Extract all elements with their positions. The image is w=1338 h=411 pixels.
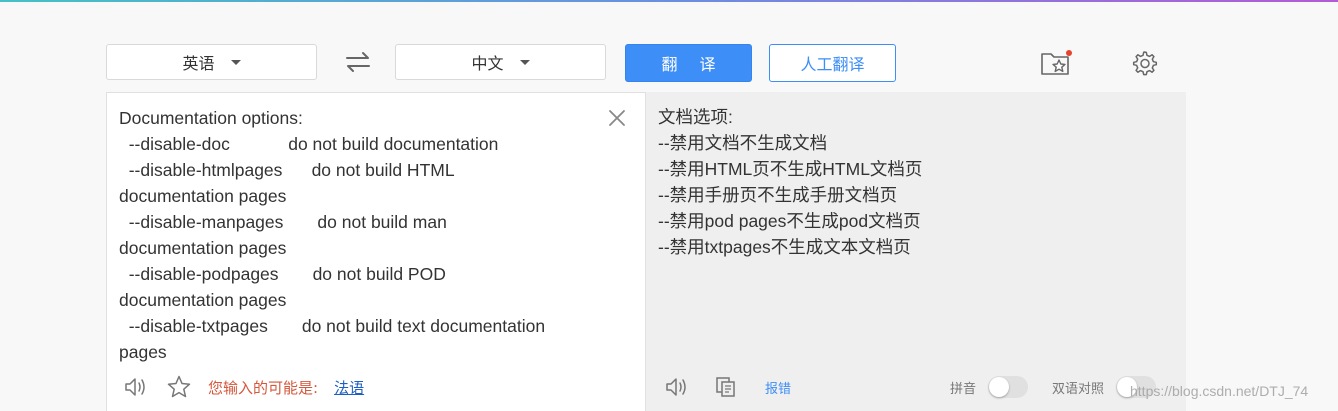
source-line: --disable-manpages do not build man — [119, 212, 447, 232]
watermark-text: https://blog.csdn.net/DTJ_74 — [1130, 383, 1309, 399]
copy-icon — [716, 377, 735, 397]
translation-bottom-bar: 报错 — [663, 374, 791, 400]
translation-line: --禁用HTML页不生成HTML文档页 — [658, 159, 923, 179]
gear-icon — [1132, 51, 1158, 76]
report-error-link[interactable]: 报错 — [765, 378, 791, 397]
speaker-button[interactable] — [122, 374, 148, 400]
human-translate-button[interactable]: 人工翻译 — [769, 44, 896, 82]
top-gradient-line — [0, 0, 1338, 2]
translation-speaker-button[interactable] — [663, 374, 689, 400]
source-bottom-bar: 您输入的可能是: 法语 — [122, 374, 364, 400]
source-line: documentation pages — [119, 186, 287, 206]
display-options: 拼音 双语对照 — [950, 376, 1157, 398]
star-icon — [167, 375, 191, 398]
translate-button[interactable]: 翻译 — [625, 44, 752, 82]
copy-button[interactable] — [713, 374, 739, 400]
source-language-label: 英语 — [182, 54, 215, 73]
chevron-down-icon — [230, 59, 241, 65]
favorites-folder-icon — [1041, 50, 1072, 75]
translation-line: --禁用pod pages不生成pod文档页 — [658, 211, 921, 231]
chevron-down-icon — [519, 59, 530, 65]
toggle-knob — [989, 377, 1010, 397]
settings-button[interactable] — [1127, 46, 1161, 80]
translation-line: --禁用txtpages不生成文本文档页 — [658, 237, 911, 257]
speaker-icon — [666, 378, 686, 396]
notification-dot — [1066, 50, 1072, 56]
source-line: --disable-htmlpages do not build HTML — [119, 160, 455, 180]
translation-line: 文档选项: — [658, 107, 733, 127]
translate-button-label: 翻译 — [661, 55, 738, 74]
translation-output-panel: 文档选项: --禁用文档不生成文档 --禁用HTML页不生成HTML文档页 --… — [646, 92, 1186, 411]
language-hint: 您输入的可能是: — [208, 378, 319, 397]
target-language-label: 中文 — [471, 54, 504, 73]
bilingual-label: 双语对照 — [1052, 381, 1105, 397]
source-line: documentation pages — [119, 290, 287, 310]
source-textarea[interactable]: Documentation options: --disable-doc do … — [119, 105, 619, 365]
source-line: --disable-txtpages do not build text doc… — [119, 316, 546, 336]
source-line: pages — [119, 342, 167, 362]
translation-line: --禁用文档不生成文档 — [658, 133, 828, 153]
target-language-select[interactable]: 中文 — [395, 44, 606, 80]
source-line: --disable-doc do not build documentation — [119, 134, 499, 154]
speaker-icon — [125, 378, 145, 396]
pinyin-toggle[interactable] — [988, 376, 1029, 398]
swap-languages-button[interactable] — [338, 44, 378, 80]
close-icon — [609, 110, 625, 126]
swap-arrows-icon — [346, 52, 370, 72]
source-line: Documentation options: — [119, 108, 303, 128]
favorites-folder-button[interactable] — [1039, 46, 1073, 80]
source-line: --disable-podpages do not build POD — [119, 264, 446, 284]
suggested-language-link[interactable]: 法语 — [334, 377, 364, 398]
translation-line: --禁用手册页不生成手册文档页 — [658, 185, 898, 205]
translation-text: 文档选项: --禁用文档不生成文档 --禁用HTML页不生成HTML文档页 --… — [658, 104, 1173, 260]
pinyin-label: 拼音 — [950, 381, 977, 397]
human-translate-button-label: 人工翻译 — [800, 55, 865, 74]
source-language-select[interactable]: 英语 — [106, 44, 317, 80]
source-text-panel[interactable]: Documentation options: --disable-doc do … — [106, 92, 646, 411]
favorite-button[interactable] — [166, 374, 192, 400]
source-line: documentation pages — [119, 238, 287, 258]
clear-text-button[interactable] — [606, 107, 628, 129]
